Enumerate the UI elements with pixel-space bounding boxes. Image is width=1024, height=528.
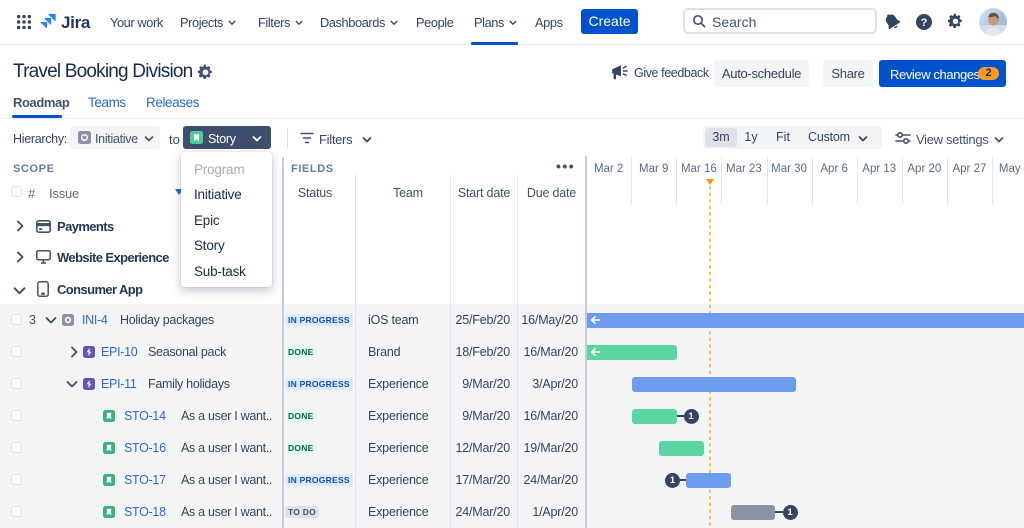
svg-text:?: ? [921,17,928,29]
